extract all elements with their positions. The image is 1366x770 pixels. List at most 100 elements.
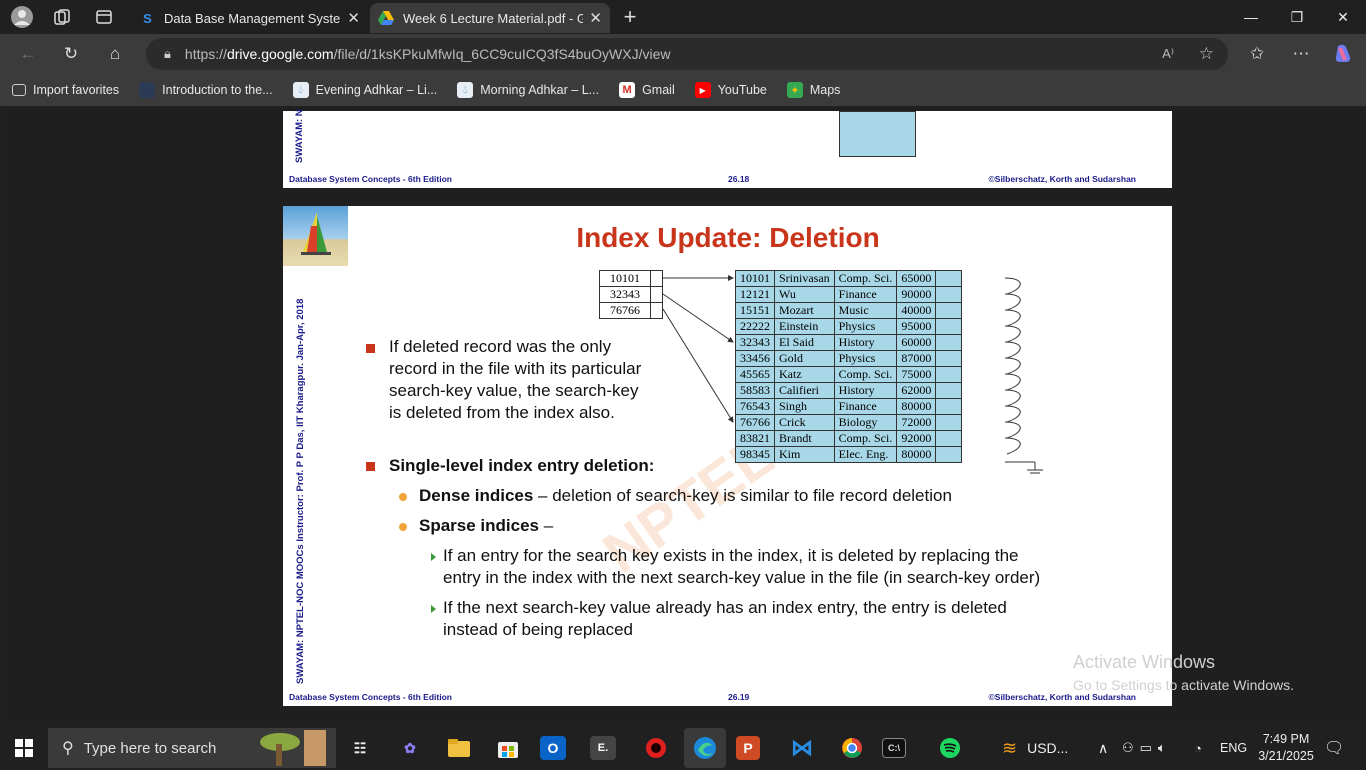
powerpoint-icon[interactable]: P [736,736,760,760]
clock[interactable]: 7:49 PM 3/21/2025 [1256,728,1316,768]
bookmark-youtube[interactable]: ▶ YouTube [694,82,767,98]
language-indicator[interactable]: ENG [1220,728,1247,768]
workspaces-icon[interactable] [48,3,76,31]
record-cell: Mozart [774,302,835,319]
record-app-icon[interactable] [638,732,674,764]
spotify-icon[interactable] [932,732,968,764]
vscode-icon[interactable]: ⋈ [784,732,820,764]
record-cell: Kim [774,446,835,463]
record-chain-arrow [1004,357,1021,375]
close-tab-icon[interactable]: ✕ [347,9,360,27]
record-cell: 98345 [735,446,775,463]
browser-title-bar: S Data Base Management System - ✕ Week 6… [0,0,1366,34]
record-cell: Biology [833,414,898,431]
record-cell: 15151 [735,302,775,319]
network-status-icons[interactable]: ⚇▭🔈︎ [1122,728,1172,768]
record-cell: 83821 [735,430,775,447]
profile-avatar-icon[interactable] [8,3,36,31]
bookmark-introduction[interactable]: Introduction to the... [139,82,273,98]
record-cell: 87000 [896,350,937,367]
new-tab-button[interactable]: + [616,3,644,31]
record-pointer-cell [935,414,963,431]
sparse-subitem-2: If the next search-key value already has… [443,597,1007,641]
more-menu-icon[interactable]: ⋯ [1286,39,1316,69]
outlook-icon[interactable]: O [540,736,566,760]
vertical-tabs-icon[interactable] [90,3,118,31]
record-row: 76543 Singh Finance 80000 [735,398,963,415]
command-prompt-icon[interactable]: C:\ [882,738,906,758]
record-cell: 76543 [735,398,775,415]
record-cell: 92000 [896,430,937,447]
weather-widget[interactable]: ≋ USD... [1002,728,1068,768]
tree-decoration-icon [254,730,330,770]
tab-dbms[interactable]: S Data Base Management System - ✕ [132,3,368,33]
import-icon [12,84,26,96]
read-aloud-icon[interactable]: A⁾ [1162,46,1174,62]
record-row: 12121 Wu Finance 90000 [735,286,963,303]
pdf-viewer[interactable]: SWAYAM: N Database System Concepts - 6th… [4,108,1362,724]
bookmark-import-favorites[interactable]: Import favorites [12,83,119,97]
restore-button[interactable]: ❐ [1274,0,1320,34]
wifi-icon[interactable]: ◔ [1194,728,1202,768]
back-button[interactable]: ← [13,39,43,69]
bookmark-morning-adhkar[interactable]: 💧︎ Morning Adhkar – L... [457,82,599,98]
file-explorer-icon[interactable] [441,732,477,764]
start-windows-icon[interactable] [6,732,42,764]
task-view-icon[interactable]: ☷ [342,732,378,764]
swayam-favicon-icon: S [143,10,152,26]
slide-footer: Database System Concepts - 6th Edition 2… [283,688,1172,706]
record-chain-arrow [1004,437,1021,455]
copilot-taskbar-icon[interactable]: ✿ [392,732,428,764]
bookmark-label: Introduction to the... [162,83,273,97]
sparse-label: Sparse indices [419,516,540,535]
record-cell: Comp. Sci. [833,270,898,287]
dense-label: Dense indices [419,486,534,505]
copilot-icon[interactable] [1328,39,1358,69]
pdf-page-26-18: SWAYAM: N Database System Concepts - 6th… [283,109,1172,188]
record-cell: 95000 [896,318,937,335]
edge-browser-icon[interactable] [684,728,726,768]
bookmark-evening-adhkar[interactable]: 💧︎ Evening Adhkar – Li... [292,82,437,98]
record-cell: 80000 [896,446,937,463]
record-cell: 10101 [735,270,775,287]
footer-left: Database System Concepts - 6th Edition [289,174,452,184]
home-button[interactable]: ⌂ [100,39,130,69]
record-row: 22222 Einstein Physics 95000 [735,318,963,335]
record-cell: El Said [774,334,835,351]
address-bar[interactable]: 🔒︎ https://drive.google.com/file/d/1ksKP… [146,38,1228,70]
favorite-star-icon[interactable]: ☆ [1199,44,1214,64]
record-cell: 12121 [735,286,775,303]
record-pointer-cell [935,334,963,351]
record-cell: Crick [774,414,835,431]
tray-chevron-icon[interactable]: ∧ [1098,728,1108,768]
bookmark-gmail[interactable]: M Gmail [619,82,675,98]
lock-icon: 🔒︎ [164,46,171,61]
drop-icon: 💧︎ [292,82,309,98]
bookmark-maps[interactable]: ✦ Maps [786,82,840,98]
record-row: 32343 El Said History 60000 [735,334,963,351]
record-cell: 32343 [735,334,775,351]
record-cell: Brandt [774,430,835,447]
refresh-button[interactable]: ↻ [56,39,86,69]
record-pointer-cell [935,398,963,415]
minimize-button[interactable]: — [1228,0,1274,34]
close-window-button[interactable]: ✕ [1320,0,1366,34]
microsoft-store-icon[interactable] [490,732,526,764]
record-pointer-cell [935,286,963,303]
notifications-icon[interactable]: 🗨︎ [1324,728,1344,768]
terminal-el-icon[interactable]: E. [590,736,616,760]
taskbar-search-box[interactable]: ⚲ Type here to search [48,728,336,768]
record-row: 83821 Brandt Comp. Sci. 92000 [735,430,963,447]
tab-title: Data Base Management System - [163,10,342,26]
pdf-page-26-19: SWAYAM: NPTEL-NOC MOOCs Instructor: Prof… [283,206,1172,706]
index-row: 32343 [599,286,663,303]
activate-windows-subtitle: Go to Settings to activate Windows. [1073,677,1294,693]
clock-time: 7:49 PM [1262,732,1310,746]
chrome-icon[interactable] [834,732,870,764]
favorites-icon[interactable]: ✩ [1242,39,1272,69]
record-cell: Gold [774,350,835,367]
tab-week6-pdf[interactable]: Week 6 Lecture Material.pdf - Goo ✕ [370,3,610,33]
close-tab-icon[interactable]: ✕ [589,9,602,27]
record-chain-arrow [1004,421,1021,439]
record-pointer-cell [935,430,963,447]
